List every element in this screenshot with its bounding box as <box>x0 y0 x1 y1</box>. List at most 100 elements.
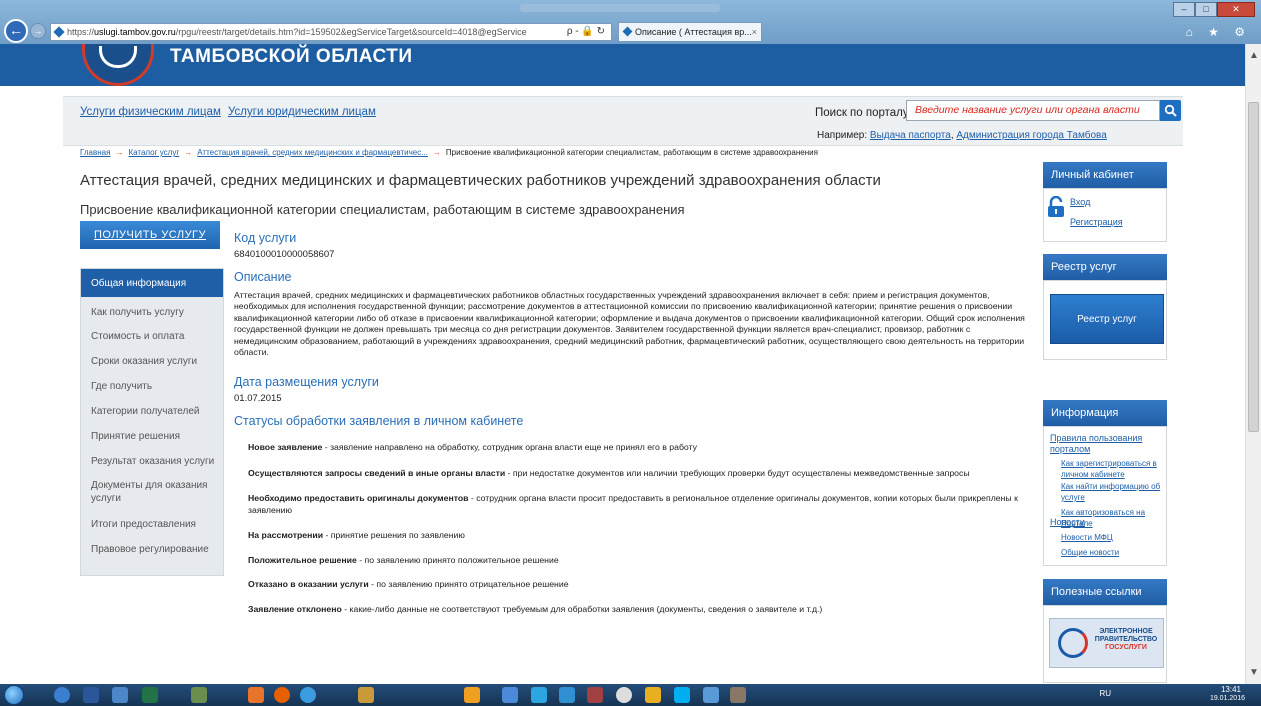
address-host: uslugi.tambov.gov.ru <box>94 27 176 37</box>
browser-icon[interactable] <box>300 687 316 703</box>
page-subtitle: Присвоение квалификационной категории сп… <box>80 202 685 217</box>
site-header: ТАМБОВСКОЙ ОБЛАСТИ <box>0 44 1245 86</box>
scroll-up-icon[interactable]: ▲ <box>1249 50 1259 61</box>
rules-find-link[interactable]: Как найти информацию об услуге <box>1061 481 1171 503</box>
status-item: Новое заявление - заявление направлено н… <box>248 442 697 452</box>
status-item: Заявление отклонено - какие-либо данные … <box>248 604 823 614</box>
sidebar-item-where[interactable]: Где получить <box>91 380 219 393</box>
status-item: Отказано в оказании услуги - по заявлени… <box>248 579 569 589</box>
date-heading: Дата размещения услуги <box>234 375 379 389</box>
sidebar-item-general-info[interactable]: Общая информация <box>81 269 223 297</box>
word-icon[interactable] <box>83 687 99 703</box>
gosuslugi-subtitle: ГОСУСЛУГИ <box>1105 644 1147 651</box>
sidebar-item-totals[interactable]: Итоги предоставления <box>91 518 219 531</box>
clock-time[interactable]: 13:41 <box>1221 685 1241 694</box>
close-window-button[interactable]: ✕ <box>1217 2 1255 17</box>
search-button[interactable] <box>1160 100 1181 121</box>
firefox-icon[interactable] <box>274 687 290 703</box>
rules-register-link[interactable]: Как зарегистрироваться в личном кабинете <box>1061 458 1171 480</box>
app-icon[interactable] <box>559 687 575 703</box>
statuses-heading: Статусы обработки заявления в личном каб… <box>234 414 524 428</box>
address-bar-icons[interactable]: ρ - 🔒 ↻ <box>567 24 605 40</box>
app-icon[interactable] <box>191 687 207 703</box>
get-service-button[interactable]: ПОЛУЧИТЬ УСЛУГУ <box>80 221 220 249</box>
search-input[interactable]: Введите название услуги или органа власт… <box>906 100 1160 121</box>
sidebar-item-recipients[interactable]: Категории получателей <box>91 405 219 418</box>
window-title <box>520 4 720 12</box>
site-title: ТАМБОВСКОЙ ОБЛАСТИ <box>170 46 413 67</box>
gosuslugi-text: ЭЛЕКТРОННОЕ ПРАВИТЕЛЬСТВО ГОСУСЛУГИ <box>1090 628 1162 652</box>
windows-taskbar: RU 13:41 19.01.2016 <box>0 684 1261 706</box>
language-indicator[interactable]: RU <box>1099 689 1111 698</box>
browser-chrome: – □ ✕ ← → https://uslugi.tambov.gov.ru/r… <box>0 0 1261 44</box>
sidebar-item-legal[interactable]: Правовое регулирование <box>91 543 219 556</box>
breadcrumb-current: Присвоение квалификационной категории сп… <box>445 148 818 157</box>
scroll-down-icon[interactable]: ▼ <box>1249 667 1259 678</box>
nav-individuals-link[interactable]: Услуги физическим лицам <box>80 106 221 118</box>
document-icon[interactable] <box>112 687 128 703</box>
forward-button[interactable]: → <box>30 23 46 39</box>
app-icon[interactable] <box>587 687 603 703</box>
sidebar-item-result[interactable]: Результат оказания услуги <box>91 455 219 468</box>
folder-icon[interactable] <box>464 687 480 703</box>
clock-date[interactable]: 19.01.2016 <box>1210 695 1245 702</box>
warning-icon[interactable] <box>645 687 661 703</box>
sidebar-item-cost[interactable]: Стоимость и оплата <box>91 330 219 343</box>
gosuslugi-logo-icon <box>1058 628 1088 658</box>
address-bar[interactable]: https://uslugi.tambov.gov.ru/rpgu/reestr… <box>50 23 612 41</box>
outlook-icon[interactable] <box>248 687 264 703</box>
registry-button[interactable]: Реестр услуг <box>1050 294 1164 344</box>
gosuslugi-banner[interactable]: ЭЛЕКТРОННОЕ ПРАВИТЕЛЬСТВО ГОСУСЛУГИ <box>1049 618 1164 668</box>
game-icon[interactable] <box>358 687 374 703</box>
breadcrumb-attestation[interactable]: Аттестация врачей, средних медицинских и… <box>197 148 428 157</box>
excel-icon[interactable] <box>142 687 158 703</box>
box-icon[interactable] <box>502 687 518 703</box>
app-icon[interactable] <box>703 687 719 703</box>
code-value: 6840100010000058607 <box>234 249 335 260</box>
minimize-button[interactable]: – <box>1173 2 1195 17</box>
breadcrumb-sep: → <box>432 148 441 157</box>
app-icon[interactable] <box>730 687 746 703</box>
sidebar-item-decision[interactable]: Принятие решения <box>91 430 219 443</box>
example-link-administration[interactable]: Администрация города Тамбова <box>956 130 1106 141</box>
top-navigation: Услуги физическим лицам Услуги юридическ… <box>63 96 1183 146</box>
status-item: На рассмотрении - принятие решения по за… <box>248 530 465 540</box>
login-link[interactable]: Вход <box>1070 197 1090 207</box>
address-scheme: https:// <box>67 27 95 37</box>
sidebar-item-documents[interactable]: Документы для оказания услуги <box>91 479 219 505</box>
skype-icon[interactable] <box>674 687 690 703</box>
navigation-row: ← → https://uslugi.tambov.gov.ru/rpgu/re… <box>0 19 1261 43</box>
home-favorites-settings-icons[interactable]: ⌂ ★ ⚙ <box>1186 25 1251 39</box>
rules-link[interactable]: Правила пользования порталом <box>1050 433 1160 455</box>
status-item: Необходимо предоставить оригиналы докуме… <box>248 493 1018 515</box>
nav-legal-link[interactable]: Услуги юридическим лицам <box>228 106 376 118</box>
ie-icon[interactable] <box>54 687 70 703</box>
register-link[interactable]: Регистрация <box>1070 217 1123 227</box>
description-heading: Описание <box>234 270 292 284</box>
example-link-passport[interactable]: Выдача паспорта <box>870 130 951 141</box>
search-label: Поиск по порталу: <box>815 107 912 119</box>
back-button[interactable]: ← <box>4 19 28 43</box>
left-sidebar: Общая информация Как получить услугу Сто… <box>80 268 224 576</box>
search-examples: Например: Выдача паспорта, Администрация… <box>817 130 1107 141</box>
browser-tab[interactable]: Описание ( Аттестация вр... × <box>618 22 762 41</box>
telegram-icon[interactable] <box>531 687 547 703</box>
chrome-icon[interactable] <box>616 687 632 703</box>
news-mfc-link[interactable]: Новости МФЦ <box>1061 532 1171 543</box>
useful-links-heading: Полезные ссылки <box>1043 579 1167 605</box>
maximize-button[interactable]: □ <box>1195 2 1217 17</box>
vertical-scrollbar[interactable]: ▲ ▼ <box>1245 44 1261 684</box>
gosuslugi-title: ЭЛЕКТРОННОЕ ПРАВИТЕЛЬСТВО <box>1094 628 1158 643</box>
sidebar-item-how-to-get[interactable]: Как получить услугу <box>91 306 219 319</box>
info-heading: Информация <box>1043 400 1167 426</box>
example-prefix: Например: <box>817 130 868 141</box>
news-general-link[interactable]: Общие новости <box>1061 547 1171 558</box>
breadcrumb-home[interactable]: Главная <box>80 148 110 157</box>
scroll-thumb[interactable] <box>1248 102 1259 432</box>
start-button[interactable] <box>4 685 24 705</box>
emblem-logo[interactable] <box>82 44 154 86</box>
breadcrumb-catalog[interactable]: Каталог услуг <box>128 148 179 157</box>
tab-close-button[interactable]: × <box>752 23 757 41</box>
news-link[interactable]: Новости <box>1050 517 1085 527</box>
sidebar-item-terms[interactable]: Сроки оказания услуги <box>91 355 219 368</box>
